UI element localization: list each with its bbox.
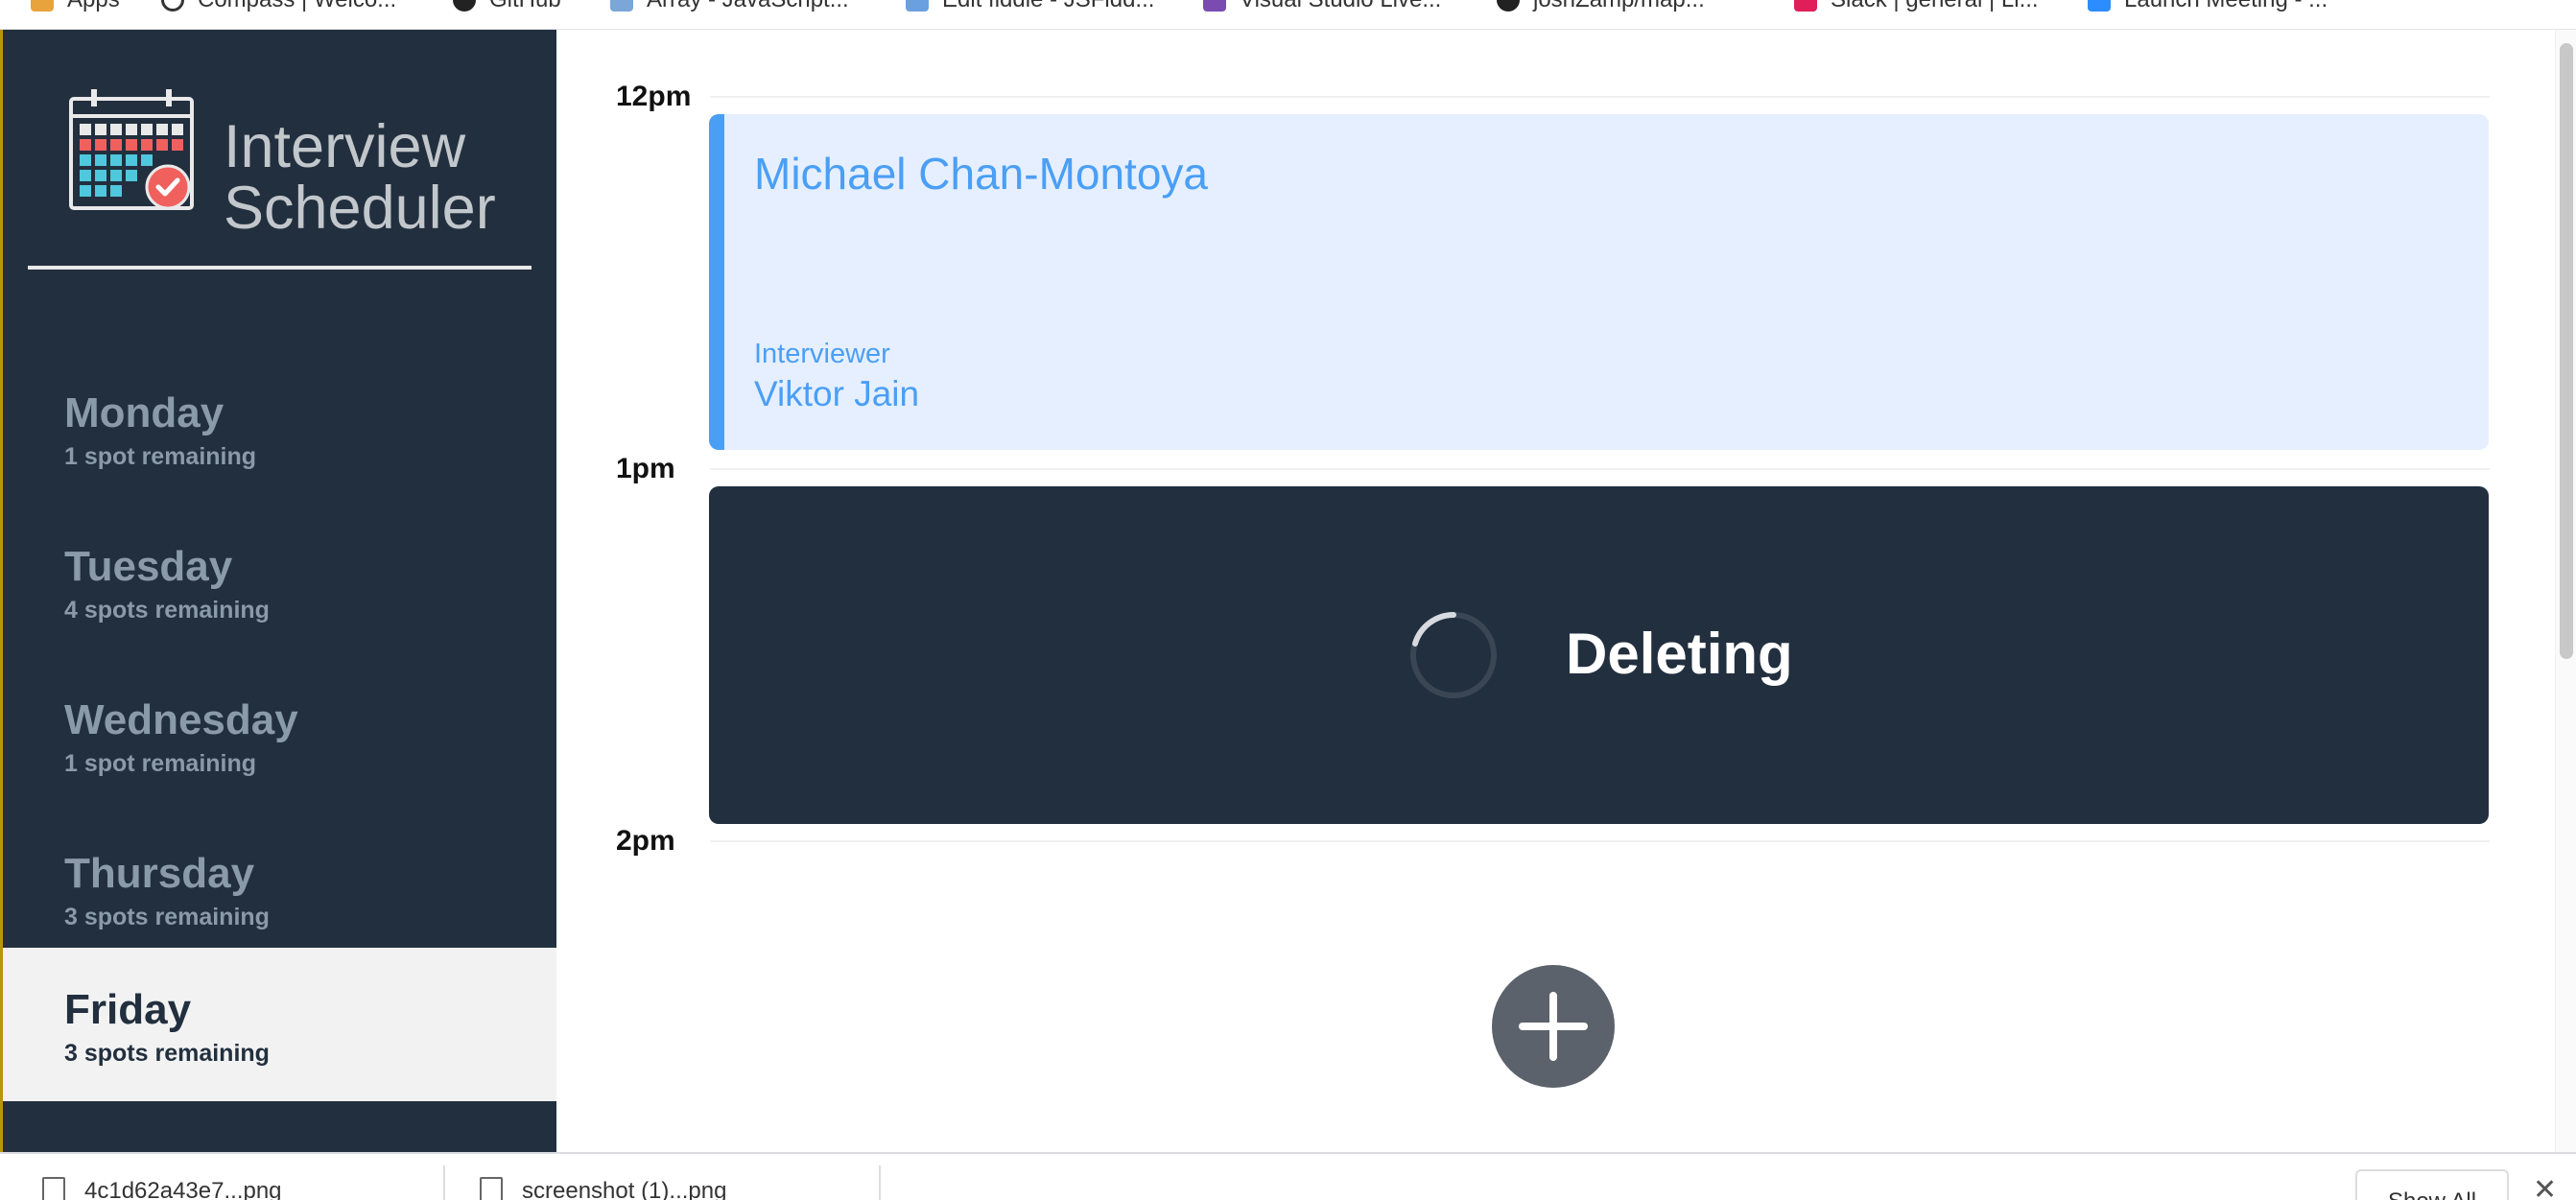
apps-grid-icon (31, 0, 54, 12)
day-name: Wednesday (64, 696, 298, 743)
student-name: Michael Chan-Montoya (754, 149, 1209, 199)
bookmark-label: Array - JavaScript... (647, 0, 849, 13)
bookmarks-bar: Apps Compass | Welco... GitHub Array - J… (0, 0, 2576, 30)
scrollbar[interactable] (2555, 30, 2576, 1152)
scrollbar-thumb[interactable] (2560, 43, 2573, 659)
file-icon (480, 1177, 503, 1200)
bookmark-label: Launch Meeting - ... (2124, 0, 2328, 13)
compass-icon (161, 0, 184, 12)
bookmark-array-js[interactable]: Array - JavaScript... (610, 0, 849, 13)
sidebar-divider (28, 266, 532, 270)
day-item-tuesday[interactable]: Tuesday 4 spots remaining (3, 505, 556, 658)
download-item[interactable]: 4c1d62a43e7...png (42, 1177, 282, 1200)
appointment-accent-bar (709, 114, 724, 450)
file-icon (42, 1177, 65, 1200)
bookmark-github[interactable]: GitHub (453, 0, 561, 13)
day-name: Tuesday (64, 543, 233, 590)
vs-live-icon (1203, 0, 1226, 12)
day-spots: 3 spots remaining (64, 1040, 270, 1067)
jsfiddle-icon (906, 0, 929, 12)
day-item-thursday[interactable]: Thursday 3 spots remaining (3, 812, 556, 965)
bookmark-zoom[interactable]: Launch Meeting - ... (2088, 0, 2328, 13)
time-divider (710, 468, 2490, 470)
github-icon (1497, 0, 1520, 12)
slack-icon (1794, 0, 1817, 12)
status-message: Deleting (1566, 622, 1793, 686)
day-name: Monday (64, 389, 225, 436)
day-spots: 4 spots remaining (64, 597, 270, 624)
time-label-12pm: 12pm (616, 81, 692, 112)
download-item[interactable]: screenshot (1)...png (480, 1177, 726, 1200)
interviewer-label: Interviewer (754, 339, 890, 369)
bookmark-slack[interactable]: Slack | general | Li... (1794, 0, 2039, 13)
download-filename: screenshot (1)...png (522, 1178, 727, 1200)
time-divider (710, 840, 2490, 842)
interviewer-name: Viktor Jain (754, 374, 920, 413)
github-icon (453, 0, 476, 12)
bookmark-label: Apps (67, 0, 120, 13)
bookmark-vs-live[interactable]: Visual Studio Live... (1203, 0, 1441, 13)
day-name: Thursday (64, 850, 255, 897)
app-title-line1: Interview (224, 113, 466, 180)
bookmark-label: Slack | general | Li... (1831, 0, 2039, 13)
bookmark-label: joshZamp/map... (1533, 0, 1705, 13)
zoom-icon (2088, 0, 2111, 12)
time-divider (710, 96, 2490, 98)
bookmark-label: Edit fiddle - JSFidd... (942, 0, 1154, 13)
day-spots: 1 spot remaining (64, 443, 257, 470)
close-icon[interactable]: ✕ (2533, 1173, 2557, 1200)
bookmark-apps[interactable]: Apps (31, 0, 120, 13)
day-name: Friday (64, 986, 192, 1033)
bookmark-label: Compass | Welco... (198, 0, 396, 13)
bookmark-joshzamp[interactable]: joshZamp/map... (1497, 0, 1705, 13)
sidebar: Interview Scheduler Monday 1 spot remain… (3, 30, 556, 1152)
bookmark-label: Visual Studio Live... (1240, 0, 1441, 13)
shelf-divider (879, 1165, 881, 1200)
add-appointment-button[interactable] (1492, 965, 1615, 1088)
day-item-wednesday[interactable]: Wednesday 1 spot remaining (3, 658, 556, 812)
day-item-monday[interactable]: Monday 1 spot remaining (3, 351, 556, 505)
download-filename: 4c1d62a43e7...png (84, 1178, 282, 1200)
downloads-shelf: 4c1d62a43e7...png screenshot (1)...png S… (0, 1152, 2576, 1200)
mdn-icon (610, 0, 633, 12)
day-item-friday[interactable]: Friday 3 spots remaining (3, 948, 556, 1101)
time-label-1pm: 1pm (616, 453, 675, 484)
app-title-line2: Scheduler (224, 175, 496, 242)
app-title: Interview Scheduler (224, 116, 496, 239)
loading-spinner-icon (1410, 612, 1497, 698)
time-label-2pm: 2pm (616, 825, 675, 857)
day-spots: 1 spot remaining (64, 750, 257, 777)
bookmark-jsfiddle[interactable]: Edit fiddle - JSFidd... (906, 0, 1154, 13)
deleting-status-card: Deleting (709, 486, 2489, 824)
day-spots: 3 spots remaining (64, 904, 270, 930)
show-all-button[interactable]: Show All (2355, 1169, 2509, 1200)
bookmark-compass[interactable]: Compass | Welco... (161, 0, 396, 13)
schedule-panel: 12pm Michael Chan-Montoya Interviewer Vi… (556, 30, 2562, 1152)
bookmark-label: GitHub (489, 0, 561, 13)
appointment-card[interactable]: Michael Chan-Montoya Interviewer Viktor … (709, 114, 2489, 450)
shelf-divider (443, 1165, 445, 1200)
plus-icon (1519, 992, 1588, 1061)
calendar-logo-icon (69, 89, 194, 210)
